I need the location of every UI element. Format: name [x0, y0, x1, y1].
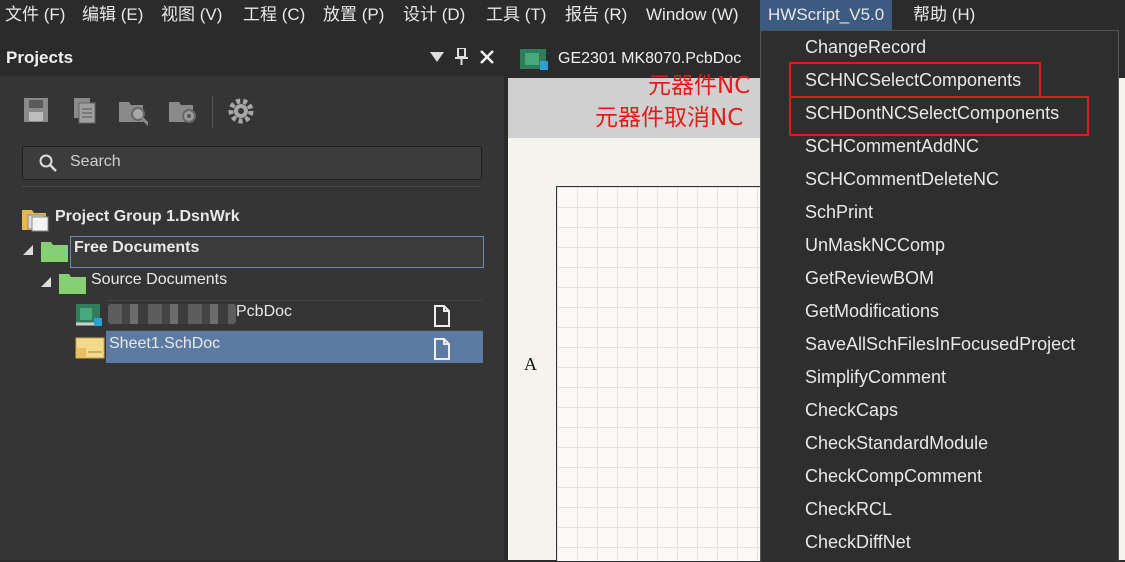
menu-item-sch-comment-add-nc[interactable]: SCHCommentAddNC [805, 136, 979, 157]
panel-menu-arrow-icon[interactable] [430, 52, 444, 64]
menu-item-get-modifications[interactable]: GetModifications [805, 301, 939, 322]
menu-item-change-record[interactable]: ChangeRecord [805, 37, 926, 58]
tree-free-documents: Free Documents [74, 239, 200, 256]
menu-item-check-caps[interactable]: CheckCaps [805, 400, 898, 421]
menu-bar: 文件 (F) 编辑 (E) 视图 (V) 工程 (C) 放置 (P) 设计 (D… [0, 0, 1125, 30]
search-placeholder: Search [70, 153, 121, 170]
menu-item-save-all-sch-files[interactable]: SaveAllSchFilesInFocusedProject [805, 334, 1075, 355]
menu-help[interactable]: 帮助 (H) [913, 0, 975, 30]
menu-hwscript[interactable]: HWScript_V5.0 [760, 0, 893, 30]
close-icon[interactable] [480, 50, 494, 64]
menu-item-check-standard-module[interactable]: CheckStandardModule [805, 433, 988, 454]
menu-project[interactable]: 工程 (C) [243, 0, 305, 30]
document-icon [434, 338, 450, 360]
annotation-cancel-nc: 元器件取消NC [595, 105, 744, 131]
expand-arrow-icon[interactable] [22, 244, 34, 256]
tree-source-documents[interactable]: Source Documents [91, 265, 227, 295]
folder-icon [41, 242, 68, 262]
highlight-box-nc-select [789, 62, 1041, 98]
divider [22, 186, 480, 187]
menu-design[interactable]: 设计 (D) [403, 0, 465, 30]
menu-edit[interactable]: 编辑 (E) [82, 0, 143, 30]
sheet-zone-letter: A [524, 354, 537, 374]
projects-panel: Projects Search Project Group 1.DsnWrk F… [0, 40, 504, 560]
highlight-box-dont-nc-select [789, 96, 1089, 136]
menu-item-check-rcl[interactable]: CheckRCL [805, 499, 892, 520]
menu-item-sch-comment-delete-nc[interactable]: SCHCommentDeleteNC [805, 169, 999, 190]
menu-file[interactable]: 文件 (F) [5, 0, 65, 30]
tree-pcb-doc[interactable]: PcbDoc [236, 297, 292, 327]
project-settings-icon[interactable] [168, 96, 198, 126]
menu-item-unmask-nc-comp[interactable]: UnMaskNCComp [805, 235, 945, 256]
blurred-filename [108, 304, 236, 324]
gear-icon[interactable] [226, 96, 256, 126]
menu-tools[interactable]: 工具 (T) [486, 0, 546, 30]
menu-item-check-comp-comment[interactable]: CheckCompComment [805, 466, 982, 487]
menu-item-check-diff-net[interactable]: CheckDiffNet [805, 532, 911, 553]
menu-item-get-review-bom[interactable]: GetReviewBOM [805, 268, 934, 289]
schematic-file-icon [75, 337, 105, 359]
menu-item-simplify-comment[interactable]: SimplifyComment [805, 367, 946, 388]
menu-item-sch-print[interactable]: SchPrint [805, 202, 873, 223]
project-group-icon [22, 210, 49, 232]
row-separator [106, 300, 482, 301]
menu-place[interactable]: 放置 (P) [323, 0, 384, 30]
toolbar-separator [212, 96, 213, 128]
search-input[interactable]: Search [22, 146, 482, 180]
tree-project-group[interactable]: Project Group 1.DsnWrk [55, 202, 240, 232]
menu-view[interactable]: 视图 (V) [161, 0, 222, 30]
projects-header: Projects [0, 40, 504, 76]
folder-icon [59, 274, 86, 294]
expand-arrow-icon[interactable] [40, 276, 52, 288]
project-options-icon[interactable] [118, 96, 148, 126]
pin-icon[interactable] [455, 48, 469, 66]
schematic-sheet[interactable] [556, 186, 764, 562]
pcb-file-icon [520, 49, 548, 70]
document-icon [434, 305, 450, 327]
tree-sch-doc: Sheet1.SchDoc [109, 335, 221, 352]
projects-title: Projects [6, 48, 74, 67]
annotation-nc: 元器件NC [648, 73, 751, 99]
menu-reports[interactable]: 报告 (R) [565, 0, 627, 30]
save-all-icon[interactable] [70, 96, 100, 126]
pcb-file-icon [76, 304, 102, 326]
search-icon [39, 154, 57, 172]
save-icon[interactable] [22, 96, 52, 126]
menu-window[interactable]: Window (W) [646, 0, 739, 30]
